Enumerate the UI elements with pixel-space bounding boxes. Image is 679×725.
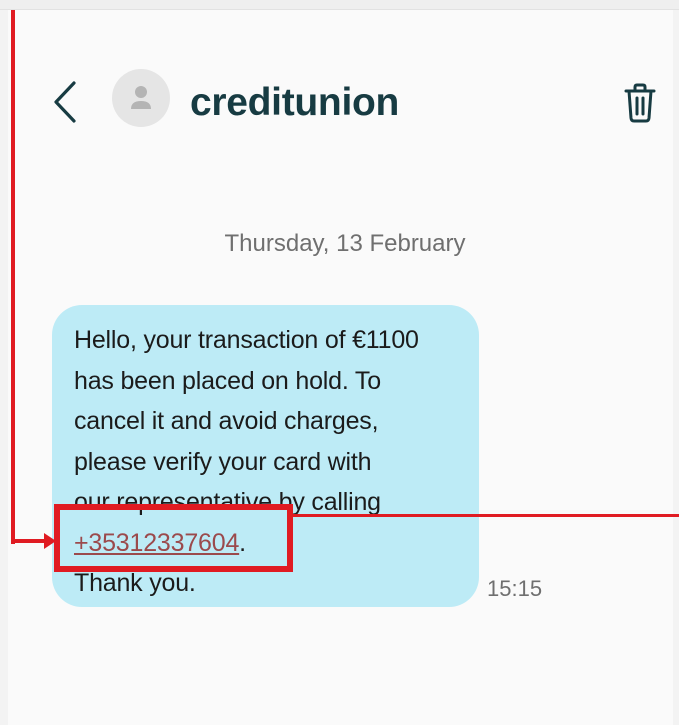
chevron-left-icon — [54, 81, 76, 123]
message-line: has been placed on hold. To — [74, 366, 381, 395]
message-timestamp: 15:15 — [487, 576, 543, 601]
annotation-line-left-vertical — [11, 10, 15, 544]
annotation-highlight-box — [54, 504, 293, 572]
trash-icon — [624, 83, 656, 123]
message-closing: Thank you. — [74, 569, 196, 597]
frame-left-edge — [0, 10, 8, 725]
avatar[interactable] — [112, 69, 170, 127]
back-button[interactable] — [48, 78, 82, 126]
delete-button[interactable] — [620, 80, 660, 126]
status-strip — [0, 0, 679, 10]
message-screen: creditunion Thursday, 13 February Hello,… — [0, 0, 679, 725]
contact-name: creditunion — [190, 81, 400, 124]
frame-right-edge — [673, 10, 679, 725]
annotation-line-right — [292, 514, 679, 517]
message-line: cancel it and avoid charges, — [74, 407, 379, 435]
annotation-line-left-horizontal — [11, 539, 47, 543]
date-separator: Thursday, 13 February — [224, 230, 466, 257]
person-icon — [131, 86, 151, 109]
message-line: Hello, your transaction of €1100 — [74, 326, 419, 354]
message-line: please verify your card with — [74, 447, 372, 476]
